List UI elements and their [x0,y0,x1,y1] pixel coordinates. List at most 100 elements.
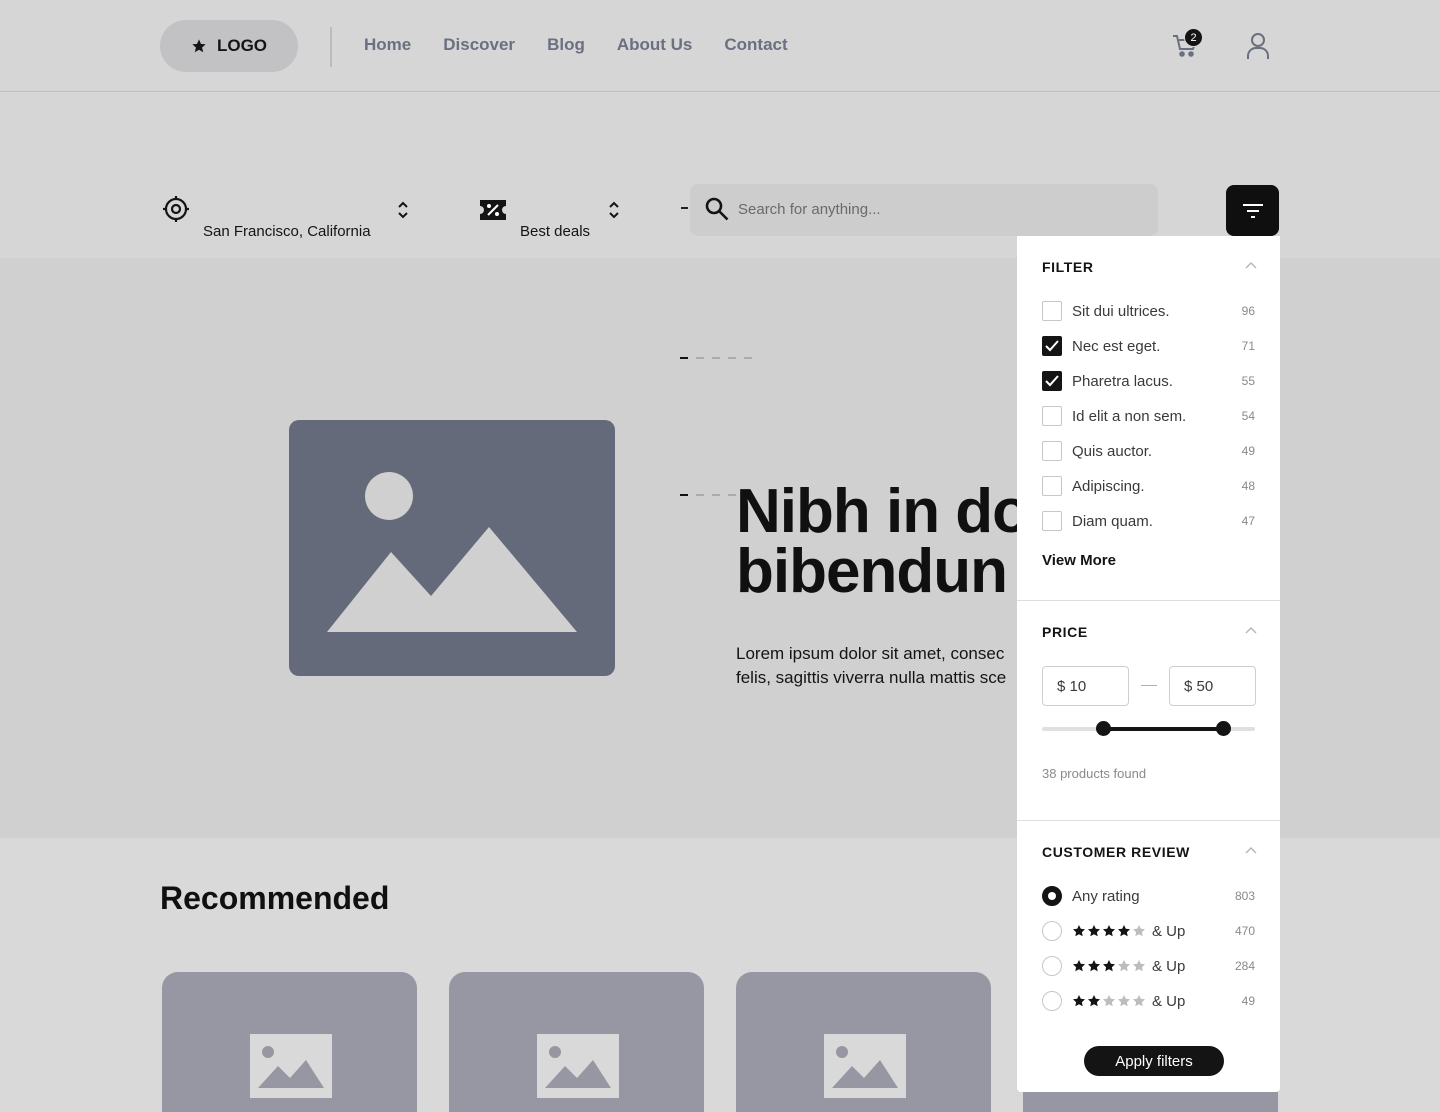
filter-option[interactable]: Sit dui ultrices. 96 [1042,301,1255,321]
checkbox[interactable] [1042,301,1062,321]
checkbox-checked[interactable] [1042,336,1062,356]
checkbox-checked[interactable] [1042,371,1062,391]
star-filled-icon [1088,925,1100,937]
price-range-dash [1141,685,1157,686]
product-card[interactable] [162,972,417,1112]
location-target-icon [163,196,189,222]
filter-option[interactable]: Quis auctor. 49 [1042,441,1255,461]
rating-option-count: 284 [1234,959,1255,973]
filter-option[interactable]: Nec est eget. 71 [1042,336,1255,356]
filter-toggle-button[interactable] [1226,185,1279,236]
filter-option-label: Quis auctor. [1072,442,1153,460]
filter-option-count: 54 [1241,409,1255,423]
filter-option-label: Sit dui ultrices. [1072,302,1170,320]
radio[interactable] [1042,921,1062,941]
section-divider [1017,820,1280,821]
hero-subtitle: Lorem ipsum dolor sit amet, consec felis… [736,644,1007,687]
nav-link-home[interactable]: Home [364,35,411,55]
filter-option-label: Nec est eget. [1072,337,1161,355]
checkbox[interactable] [1042,406,1062,426]
chevron-up-icon[interactable] [1245,261,1257,269]
product-card[interactable] [736,972,991,1112]
filter-option-label: Id elit a non sem. [1072,407,1187,425]
products-found-text: 38 products found [1042,766,1147,781]
review-section-title: CUSTOMER REVIEW [1042,844,1190,860]
deals-updown-icon[interactable] [608,200,620,220]
rating-option-label: Any rating [1072,887,1140,905]
star-empty-icon [1118,995,1130,1007]
star-empty-icon [1133,995,1145,1007]
star-filled-icon [1103,925,1115,937]
radio-selected[interactable] [1042,886,1062,906]
star-icon [192,39,206,53]
location-select[interactable]: San Francisco, California [203,223,371,240]
chevron-up-icon[interactable] [1245,846,1257,854]
filter-option-count: 47 [1241,514,1255,528]
star-filled-icon [1088,960,1100,972]
radio[interactable] [1042,991,1062,1011]
rating-option-count: 470 [1234,924,1255,938]
nav-link-blog[interactable]: Blog [547,35,585,55]
hero-title: Nibh in do bibendun [736,477,1030,606]
checkbox[interactable] [1042,476,1062,496]
rating-option[interactable]: & Up 470 [1042,921,1255,941]
filter-panel: FILTER Sit dui ultrices. 96 Nec est eget.… [1017,236,1280,1092]
slider-dots-top[interactable] [680,357,752,359]
product-card[interactable] [449,972,704,1112]
nav-link-about[interactable]: About Us [617,35,693,55]
filter-option[interactable]: Pharetra lacus. 55 [1042,371,1255,391]
filter-option-count: 96 [1241,304,1255,318]
star-filled-icon [1073,995,1085,1007]
price-min-input[interactable]: $ 10 [1042,666,1129,706]
rating-option-label: & Up [1152,992,1186,1010]
check-icon [1045,340,1059,352]
price-max-input[interactable]: $ 50 [1169,666,1256,706]
filter-option-count: 71 [1241,339,1255,353]
nav-link-discover[interactable]: Discover [443,35,515,55]
filter-option[interactable]: Diam quam. 47 [1042,511,1255,531]
price-slider-min-handle[interactable] [1096,721,1112,736]
nav-divider [330,27,332,67]
price-section-title: PRICE [1042,624,1088,640]
star-filled-icon [1103,960,1115,972]
image-placeholder-icon [824,1034,906,1098]
hero-image-placeholder-icon [289,420,615,676]
location-updown-icon[interactable] [397,200,409,220]
apply-filters-button[interactable]: Apply filters [1084,1046,1224,1076]
logo[interactable]: LOGO [160,20,298,72]
rating-option-label: & Up [1152,922,1186,940]
rating-option-count: 803 [1234,889,1255,903]
star-filled-icon [1118,925,1130,937]
filter-option[interactable]: Id elit a non sem. 54 [1042,406,1255,426]
star-empty-icon [1118,960,1130,972]
image-placeholder-icon [537,1034,619,1098]
user-icon[interactable] [1246,32,1270,60]
filter-option-label: Diam quam. [1072,512,1153,530]
filter-option[interactable]: Adipiscing. 48 [1042,476,1255,496]
rating-option[interactable]: & Up 284 [1042,956,1255,976]
price-slider-range [1103,727,1224,731]
nav-links: Home Discover Blog About Us Contact [364,35,788,55]
rating-option[interactable]: Any rating 803 [1042,886,1255,906]
radio[interactable] [1042,956,1062,976]
star-filled-icon [1088,995,1100,1007]
search-icon[interactable] [704,196,730,222]
deals-select[interactable]: Best deals [520,223,590,240]
star-empty-icon [1103,995,1115,1007]
check-icon [1045,375,1059,387]
price-slider-max-handle[interactable] [1215,721,1231,736]
nav-link-contact[interactable]: Contact [724,35,787,55]
image-placeholder-icon [250,1034,332,1098]
star-filled-icon [1073,960,1085,972]
checkbox[interactable] [1042,441,1062,461]
recommended-title: Recommended [160,880,390,916]
search-input[interactable] [738,193,1138,225]
star-rating [1072,994,1146,1008]
filter-option-count: 55 [1241,374,1255,388]
logo-text: LOGO [216,36,268,55]
view-more-link[interactable]: View More [1042,552,1116,569]
filter-option-label: Adipiscing. [1072,477,1145,495]
rating-option[interactable]: & Up 49 [1042,991,1255,1011]
chevron-up-icon[interactable] [1245,626,1257,634]
checkbox[interactable] [1042,511,1062,531]
